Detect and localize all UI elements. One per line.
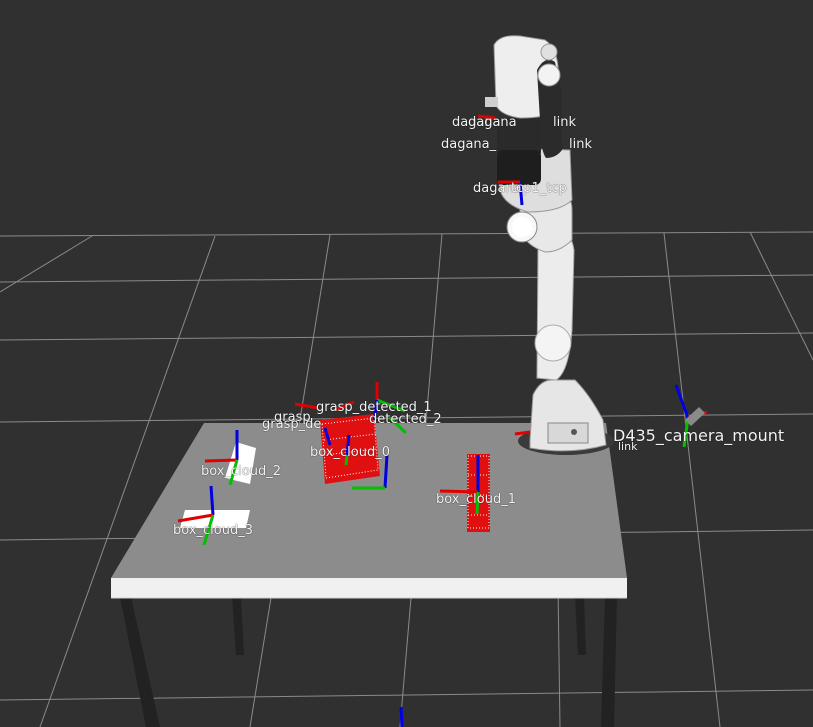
table-legs [120, 597, 617, 727]
rviz-3d-viewport[interactable]: dagana dagana link dagana_ link dagana t… [0, 0, 813, 727]
tf-axes [177, 114, 708, 727]
box-cloud-0-points [320, 414, 380, 484]
robot-arm[interactable] [485, 35, 614, 455]
scene-canvas[interactable] [0, 0, 813, 727]
